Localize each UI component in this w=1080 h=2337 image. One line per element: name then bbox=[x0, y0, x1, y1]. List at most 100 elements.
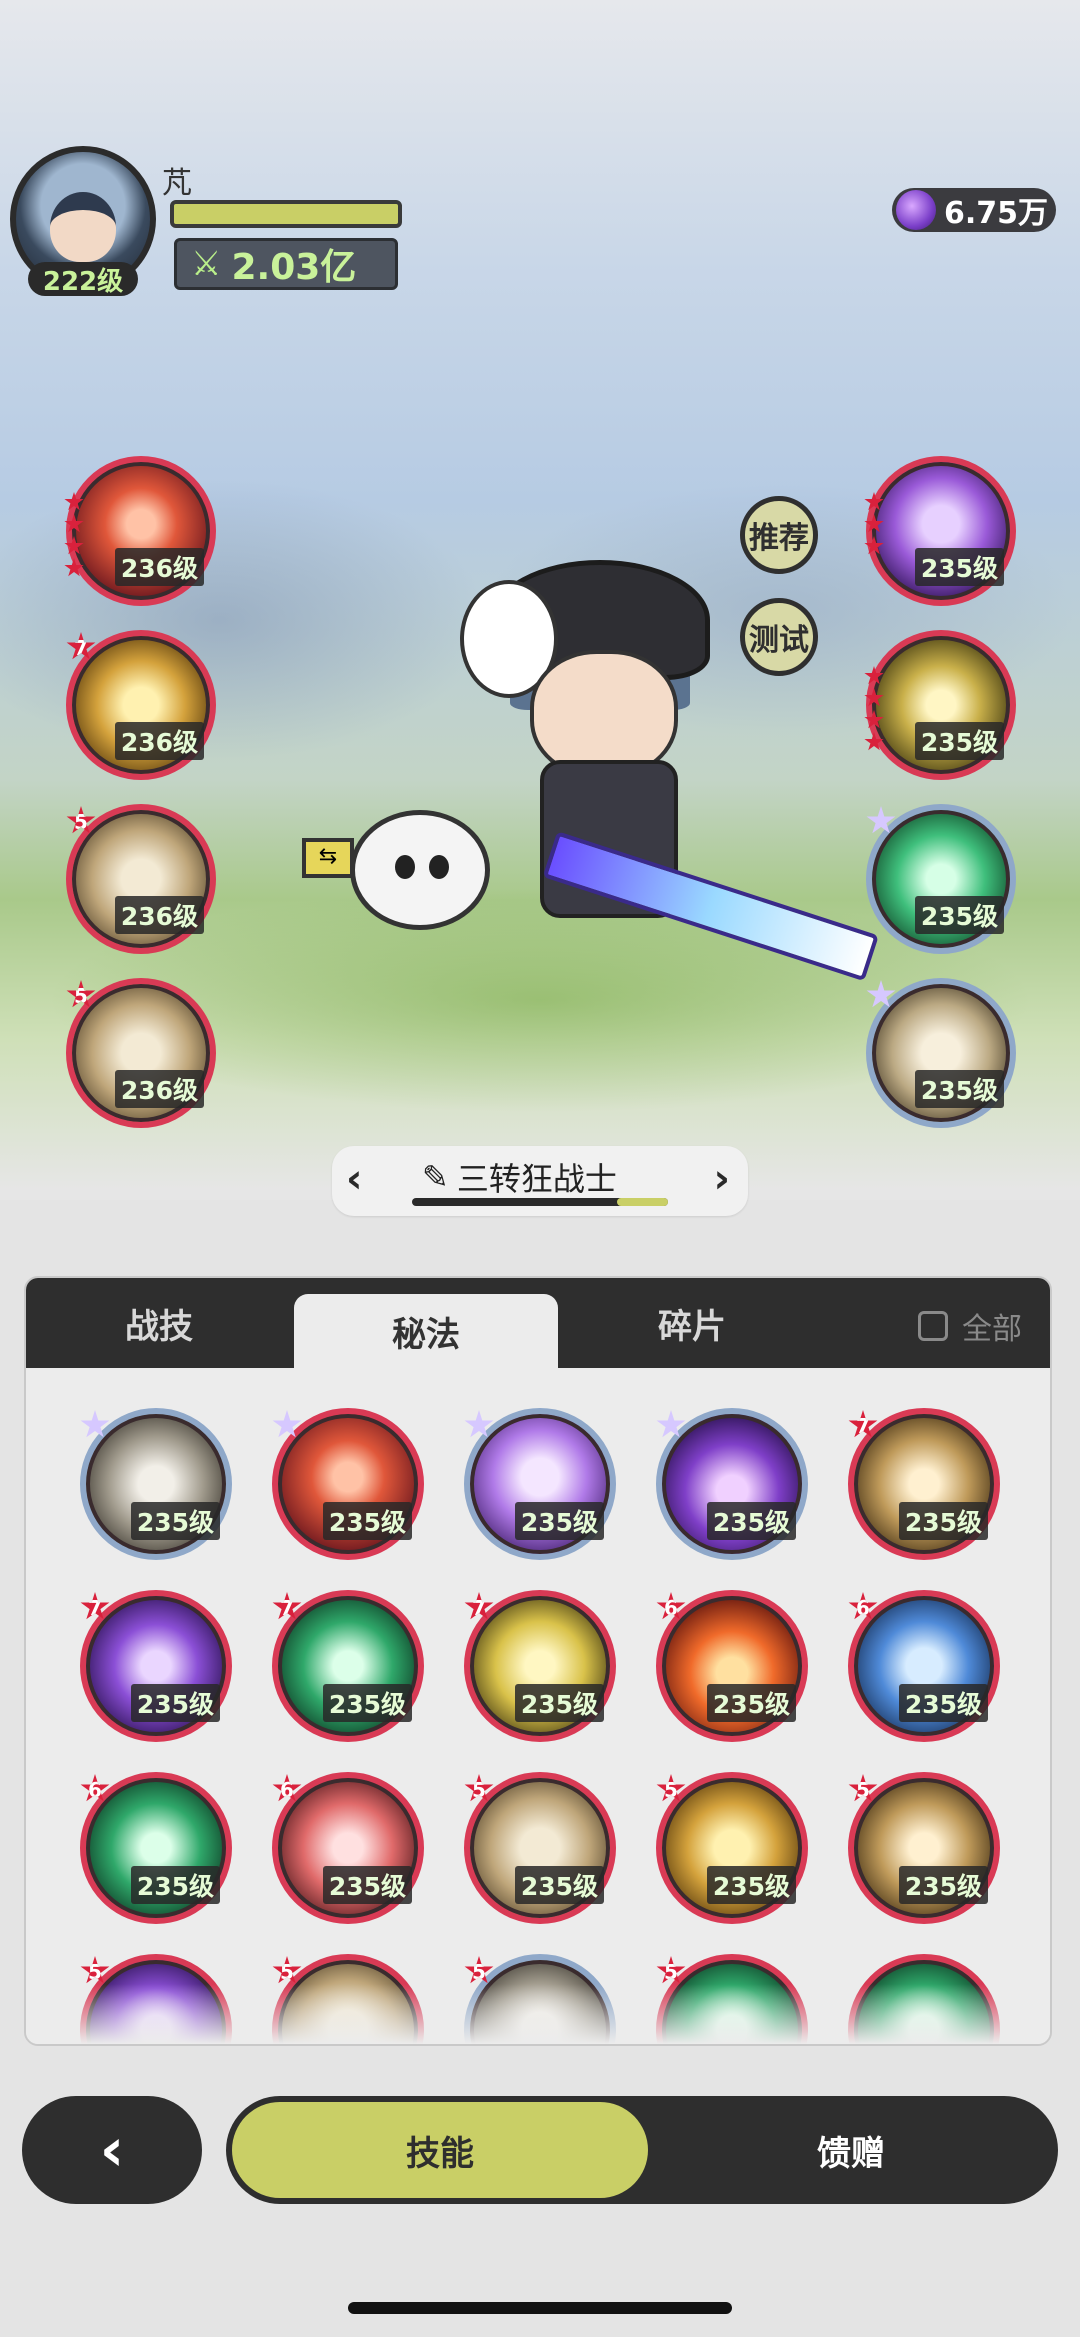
skill-icon[interactable]: 5 235级 bbox=[464, 1772, 616, 1924]
star-icon bbox=[64, 514, 84, 533]
currency-display[interactable]: 6.75万 bbox=[892, 188, 1056, 232]
skills-tab-button[interactable]: 技能 bbox=[232, 2102, 648, 2198]
skill-level: 235级 bbox=[322, 1684, 412, 1722]
class-name: 三转狂战士 bbox=[456, 1160, 617, 1198]
star-icon bbox=[864, 514, 884, 533]
skill-icon[interactable]: 7 235级 bbox=[464, 1590, 616, 1742]
skill-grid: 235级 235级 235级 235级 7 235级 7 235级 7 235级 7 235级 6 235… bbox=[26, 1368, 1050, 2044]
star-badge: 6 bbox=[80, 1774, 110, 1802]
skill-level: 235级 bbox=[898, 1502, 988, 1540]
skill-icon[interactable]: 6 235级 bbox=[272, 1772, 424, 1924]
pet-eye bbox=[395, 855, 415, 879]
star-icon bbox=[864, 732, 884, 751]
star-rating bbox=[864, 492, 884, 556]
skill-level: 235级 bbox=[898, 1684, 988, 1722]
player-exp-bar bbox=[170, 200, 402, 228]
checkbox-icon bbox=[918, 1311, 948, 1341]
star-icon bbox=[64, 492, 84, 511]
skill-icon[interactable]: 5 235级 bbox=[656, 1772, 808, 1924]
next-class-button[interactable]: › bbox=[714, 1156, 730, 1202]
skill-level: 235级 bbox=[514, 1866, 604, 1904]
star-badge: 7 bbox=[464, 1592, 494, 1620]
skill-level: 236级 bbox=[114, 722, 204, 760]
skill-level: 235级 bbox=[914, 548, 1004, 586]
skill-icon[interactable]: 5 236级 bbox=[66, 804, 216, 954]
skill-icon[interactable]: 235级 bbox=[864, 630, 1016, 780]
skill-level: 235级 bbox=[706, 1866, 796, 1904]
star-badge bbox=[656, 1410, 686, 1438]
skill-icon[interactable]: 5 235级 bbox=[848, 1772, 1000, 1924]
star-icon bbox=[64, 558, 84, 577]
pet-companion bbox=[350, 810, 490, 930]
hero-character bbox=[460, 560, 879, 982]
hero-head bbox=[530, 650, 678, 778]
skill-icon[interactable]: 6 235级 bbox=[848, 1590, 1000, 1742]
star-icon bbox=[864, 710, 884, 729]
filter-all-toggle[interactable]: 全部 bbox=[918, 1304, 1022, 1348]
skill-icon[interactable]: 235级 bbox=[272, 1408, 424, 1560]
class-progress-fill bbox=[616, 1198, 668, 1206]
skill-level: 236级 bbox=[114, 1070, 204, 1108]
swap-pet-icon[interactable]: ⇆ bbox=[302, 838, 354, 878]
star-badge: 5 bbox=[272, 1956, 302, 1984]
skill-icon[interactable]: 5 236级 bbox=[66, 978, 216, 1128]
class-name-row[interactable]: ✎ 三转狂战士 bbox=[422, 1154, 617, 1200]
skill-level: 235级 bbox=[914, 896, 1004, 934]
skill-level: 236级 bbox=[114, 896, 204, 934]
filter-all-label: 全部 bbox=[962, 1312, 1022, 1347]
skill-icon[interactable]: 6 235级 bbox=[656, 1590, 808, 1742]
skill-icon[interactable]: 7 235级 bbox=[80, 1590, 232, 1742]
pencil-icon: ✎ bbox=[422, 1158, 449, 1196]
star-icon bbox=[64, 536, 84, 555]
crossed-swords-icon: ⚔ bbox=[191, 244, 222, 284]
star-rating bbox=[64, 492, 84, 578]
tab-arcana[interactable]: 秘法 bbox=[294, 1294, 558, 1368]
star-badge: 6 bbox=[272, 1774, 302, 1802]
skill-level: 235级 bbox=[130, 1866, 220, 1904]
skill-icon[interactable]: 6 235级 bbox=[80, 1772, 232, 1924]
star-badge: 5 bbox=[80, 1956, 110, 1984]
skill-level: 235级 bbox=[322, 1502, 412, 1540]
tab-combat-skills[interactable]: 战技 bbox=[26, 1278, 292, 1368]
star-badge bbox=[464, 1410, 494, 1438]
skill-icon[interactable]: 7 235级 bbox=[272, 1590, 424, 1742]
player-level: 222级 bbox=[28, 262, 138, 297]
chevron-left-icon: ‹ bbox=[99, 2115, 125, 2185]
avatar-face bbox=[50, 192, 116, 262]
back-button[interactable]: ‹ bbox=[22, 2096, 202, 2204]
skill-icon[interactable]: 235级 bbox=[80, 1408, 232, 1560]
skill-icon[interactable]: 7 236级 bbox=[66, 630, 216, 780]
combat-power-value: 2.03亿 bbox=[231, 247, 357, 288]
star-badge bbox=[272, 1410, 302, 1438]
star-badge: 5 bbox=[848, 1774, 878, 1802]
prev-class-button[interactable]: ‹ bbox=[346, 1156, 362, 1202]
grid-fade bbox=[26, 1984, 1050, 2044]
star-badge: 5 bbox=[464, 1956, 494, 1984]
skill-icon[interactable]: 235级 bbox=[656, 1408, 808, 1560]
skill-level: 235级 bbox=[130, 1502, 220, 1540]
skill-icon[interactable]: 235级 bbox=[866, 804, 1016, 954]
skill-icon[interactable]: 235级 bbox=[866, 978, 1016, 1128]
star-badge: 7 bbox=[80, 1592, 110, 1620]
bottom-segmented-control: 技能 馈赠 bbox=[226, 2096, 1058, 2204]
star-badge: 7 bbox=[272, 1592, 302, 1620]
skill-level: 235级 bbox=[514, 1502, 604, 1540]
skill-level: 236级 bbox=[114, 548, 204, 586]
star-badge: 6 bbox=[848, 1592, 878, 1620]
star-badge: 5 bbox=[656, 1774, 686, 1802]
skill-icon[interactable]: 236级 bbox=[64, 456, 216, 606]
gift-tab-button[interactable]: 馈赠 bbox=[666, 2096, 1036, 2204]
skill-level: 235级 bbox=[898, 1866, 988, 1904]
tab-fragments[interactable]: 碎片 bbox=[560, 1278, 824, 1368]
skill-level: 235级 bbox=[914, 1070, 1004, 1108]
currency-amount: 6.75万 bbox=[944, 196, 1049, 231]
class-selector: ‹ ✎ 三转狂战士 › bbox=[332, 1146, 748, 1216]
pet-eye bbox=[429, 855, 449, 879]
skill-level: 235级 bbox=[514, 1684, 604, 1722]
star-badge: 5 bbox=[656, 1956, 686, 1984]
combat-power: ⚔ 2.03亿 bbox=[174, 238, 398, 290]
skill-icon[interactable]: 235级 bbox=[464, 1408, 616, 1560]
skill-icon[interactable]: 235级 bbox=[864, 456, 1016, 606]
star-badge: 7 bbox=[848, 1410, 878, 1438]
skill-icon[interactable]: 7 235级 bbox=[848, 1408, 1000, 1560]
